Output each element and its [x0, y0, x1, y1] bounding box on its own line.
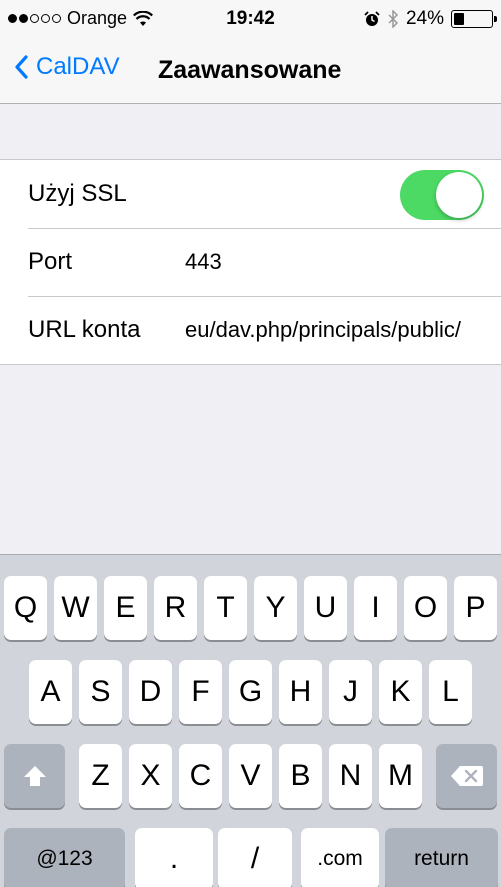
return-key[interactable]: return	[385, 828, 498, 887]
dot-key[interactable]: .	[135, 828, 213, 887]
account-url-row: URL konta eu/dav.php/principals/public/	[0, 296, 501, 364]
account-url-label: URL konta	[28, 316, 141, 343]
battery-percent: 24%	[405, 8, 444, 29]
key-l[interactable]: L	[429, 660, 472, 724]
key-o[interactable]: O	[404, 576, 447, 640]
key-i[interactable]: I	[354, 576, 397, 640]
bluetooth-icon	[388, 10, 399, 28]
status-bar: Orange 19:42 24%	[0, 0, 501, 40]
backspace-icon	[450, 766, 483, 786]
ssl-row: Użyj SSL	[0, 160, 501, 228]
slash-key[interactable]: /	[218, 828, 292, 887]
key-w[interactable]: W	[54, 576, 97, 640]
dotcom-key[interactable]: .com	[301, 828, 379, 887]
key-x[interactable]: X	[129, 744, 172, 808]
key-q[interactable]: Q	[4, 576, 47, 640]
port-label: Port	[28, 248, 73, 275]
alarm-icon	[364, 11, 380, 26]
status-right: 24%	[364, 8, 497, 30]
key-u[interactable]: U	[304, 576, 347, 640]
chevron-left-icon	[15, 55, 28, 79]
key-t[interactable]: T	[204, 576, 247, 640]
key-b[interactable]: B	[279, 744, 322, 808]
key-y[interactable]: Y	[254, 576, 297, 640]
key-g[interactable]: G	[229, 660, 272, 724]
toggle-knob	[436, 172, 482, 218]
key-p[interactable]: P	[454, 576, 497, 640]
key-d[interactable]: D	[129, 660, 172, 724]
keyboard: Q W E R T Y U I O P A S D F G H J K L Z …	[0, 554, 501, 887]
key-m[interactable]: M	[379, 744, 422, 808]
page-title: Zaawansowane	[158, 56, 342, 84]
port-row: Port 443	[0, 228, 501, 296]
numbers-key[interactable]: @123	[4, 828, 125, 887]
back-button[interactable]: CalDAV	[14, 53, 120, 81]
account-url-field[interactable]: eu/dav.php/principals/public/	[185, 317, 487, 343]
key-j[interactable]: J	[329, 660, 372, 724]
settings-list: Użyj SSL Port 443 URL konta eu/dav.php/p…	[0, 159, 501, 365]
battery-icon	[451, 10, 497, 28]
key-s[interactable]: S	[79, 660, 122, 724]
key-e[interactable]: E	[104, 576, 147, 640]
key-z[interactable]: Z	[79, 744, 122, 808]
key-r[interactable]: R	[154, 576, 197, 640]
key-v[interactable]: V	[229, 744, 272, 808]
navigation-bar: CalDAV Zaawansowane	[0, 40, 501, 104]
key-k[interactable]: K	[379, 660, 422, 724]
key-n[interactable]: N	[329, 744, 372, 808]
key-a[interactable]: A	[29, 660, 72, 724]
ssl-toggle[interactable]	[400, 170, 484, 220]
port-field[interactable]: 443	[185, 249, 487, 275]
backspace-key[interactable]	[436, 744, 497, 808]
key-c[interactable]: C	[179, 744, 222, 808]
key-h[interactable]: H	[279, 660, 322, 724]
ssl-label: Użyj SSL	[28, 180, 127, 207]
key-f[interactable]: F	[179, 660, 222, 724]
back-button-label: CalDAV	[36, 53, 120, 80]
shift-key[interactable]	[4, 744, 65, 808]
shift-arrow-icon	[23, 766, 46, 786]
